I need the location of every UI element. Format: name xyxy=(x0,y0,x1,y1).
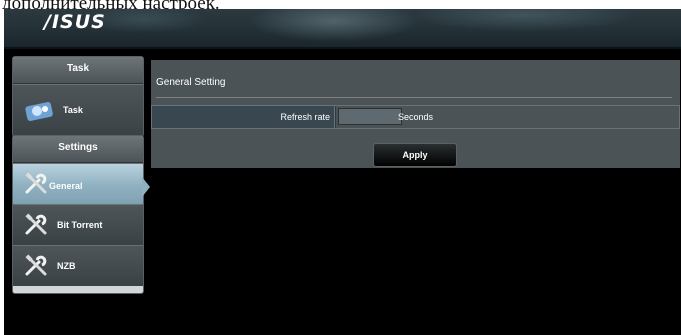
sidebar-item-bit-torrent[interactable]: Bit Torrent xyxy=(13,204,143,245)
general-setting-panel: General Setting Refresh rate Seconds App… xyxy=(151,60,680,168)
active-item-pointer xyxy=(142,177,150,197)
refresh-rate-cell: Seconds xyxy=(336,106,679,128)
settings-menu-header: Settings xyxy=(13,136,143,163)
top-banner: /ISUS xyxy=(4,9,681,47)
title-divider xyxy=(156,97,672,98)
panel-title: General Setting xyxy=(156,77,226,88)
task-menu: Task Task xyxy=(12,56,144,137)
apply-button[interactable]: Apply xyxy=(373,143,457,167)
sidebar-item-label: General xyxy=(49,181,83,191)
task-globe-icon xyxy=(25,102,53,121)
refresh-rate-row: Refresh rate Seconds xyxy=(151,105,680,129)
sidebar-item-label: Bit Torrent xyxy=(57,220,103,230)
sidebar-item-label: Task xyxy=(63,105,83,115)
download-master-app: /ISUS Task Task Settings General Bit Tor… xyxy=(4,9,681,335)
sidebar-item-nzb[interactable]: NZB xyxy=(13,245,143,286)
brand-logo: /ISUS xyxy=(44,11,106,33)
sidebar-item-label: NZB xyxy=(57,261,76,271)
sidebar-item-task[interactable]: Task xyxy=(13,84,143,136)
task-menu-header: Task xyxy=(13,57,143,84)
document-caption: дополнительных настроек. xyxy=(2,0,681,9)
tools-icon xyxy=(25,213,47,235)
refresh-rate-label: Refresh rate xyxy=(152,106,335,128)
refresh-rate-input[interactable] xyxy=(338,108,402,125)
settings-menu: Settings General Bit Torrent NZB xyxy=(12,135,144,294)
header-divider xyxy=(4,47,681,49)
refresh-rate-unit: Seconds xyxy=(398,112,434,122)
sidebar-item-general[interactable]: General xyxy=(13,163,143,204)
tools-icon xyxy=(25,254,47,276)
